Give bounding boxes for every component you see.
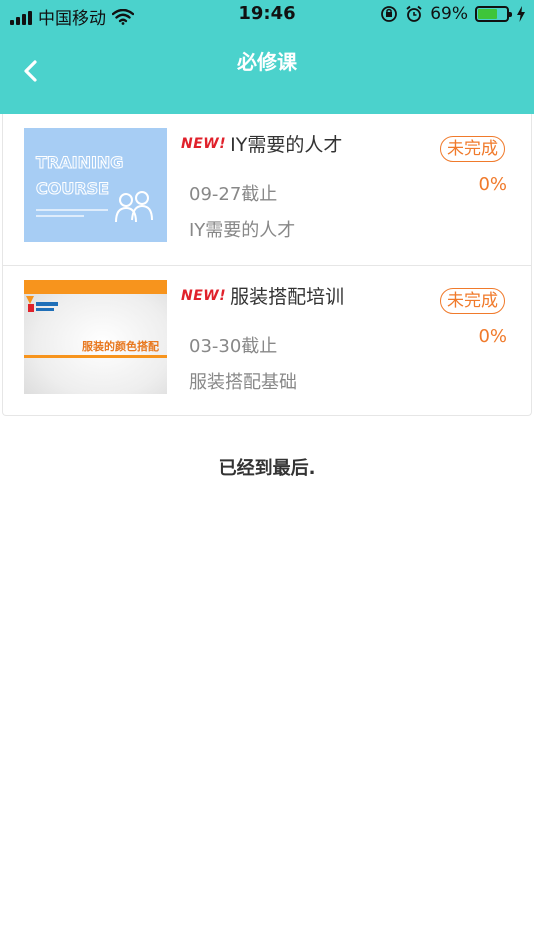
course-thumbnail: 服装的颜色搭配 (24, 280, 167, 394)
course-item[interactable]: 服装的颜色搭配 NEW! 服装搭配培训 03-30截止 服装搭配基础 未完成 0… (3, 265, 531, 416)
status-badge: 未完成 (440, 136, 505, 162)
page-title: 必修课 (237, 50, 297, 74)
course-list: TRAINING COURSE NEW! IY需要的人才 09-27截止 IY需… (2, 114, 532, 416)
course-subtitle: 服装搭配基础 (189, 372, 297, 393)
course-title: 服装搭配培训 (230, 286, 345, 308)
course-subtitle: IY需要的人才 (189, 220, 296, 241)
end-of-list-text: 已经到最后. (218, 458, 316, 479)
battery-icon (475, 6, 512, 22)
new-badge: NEW! (181, 287, 227, 304)
status-bar: 中国移动 19:46 69% (0, 0, 534, 30)
progress-percent: 0% (478, 174, 507, 195)
thumb-text-course: COURSE (36, 179, 109, 198)
course-thumbnail: TRAINING COURSE (24, 128, 167, 242)
status-badge: 未完成 (440, 288, 505, 314)
training-course-image: TRAINING COURSE (36, 153, 153, 223)
thumb-caption: 服装的颜色搭配 (82, 339, 159, 353)
battery-percent: 69% (430, 4, 468, 24)
course-deadline: 03-30截止 (189, 336, 278, 357)
course-title-row: NEW! IY需要的人才 (181, 130, 342, 157)
course-title-row: NEW! 服装搭配培训 (181, 282, 344, 309)
orientation-lock-icon (381, 6, 398, 22)
course-item[interactable]: TRAINING COURSE NEW! IY需要的人才 09-27截止 IY需… (3, 114, 531, 265)
alarm-icon (406, 5, 422, 22)
progress-percent: 0% (478, 326, 507, 347)
charging-icon (517, 6, 525, 22)
status-right: 69% (380, 4, 526, 24)
thumb-text-training: TRAINING (36, 153, 123, 172)
new-badge: NEW! (181, 135, 227, 152)
color-matching-image: 服装的颜色搭配 (24, 280, 167, 358)
course-title: IY需要的人才 (230, 134, 343, 156)
course-deadline: 09-27截止 (189, 184, 278, 205)
header-bar: 中国移动 19:46 69% 必修课 (0, 0, 534, 114)
